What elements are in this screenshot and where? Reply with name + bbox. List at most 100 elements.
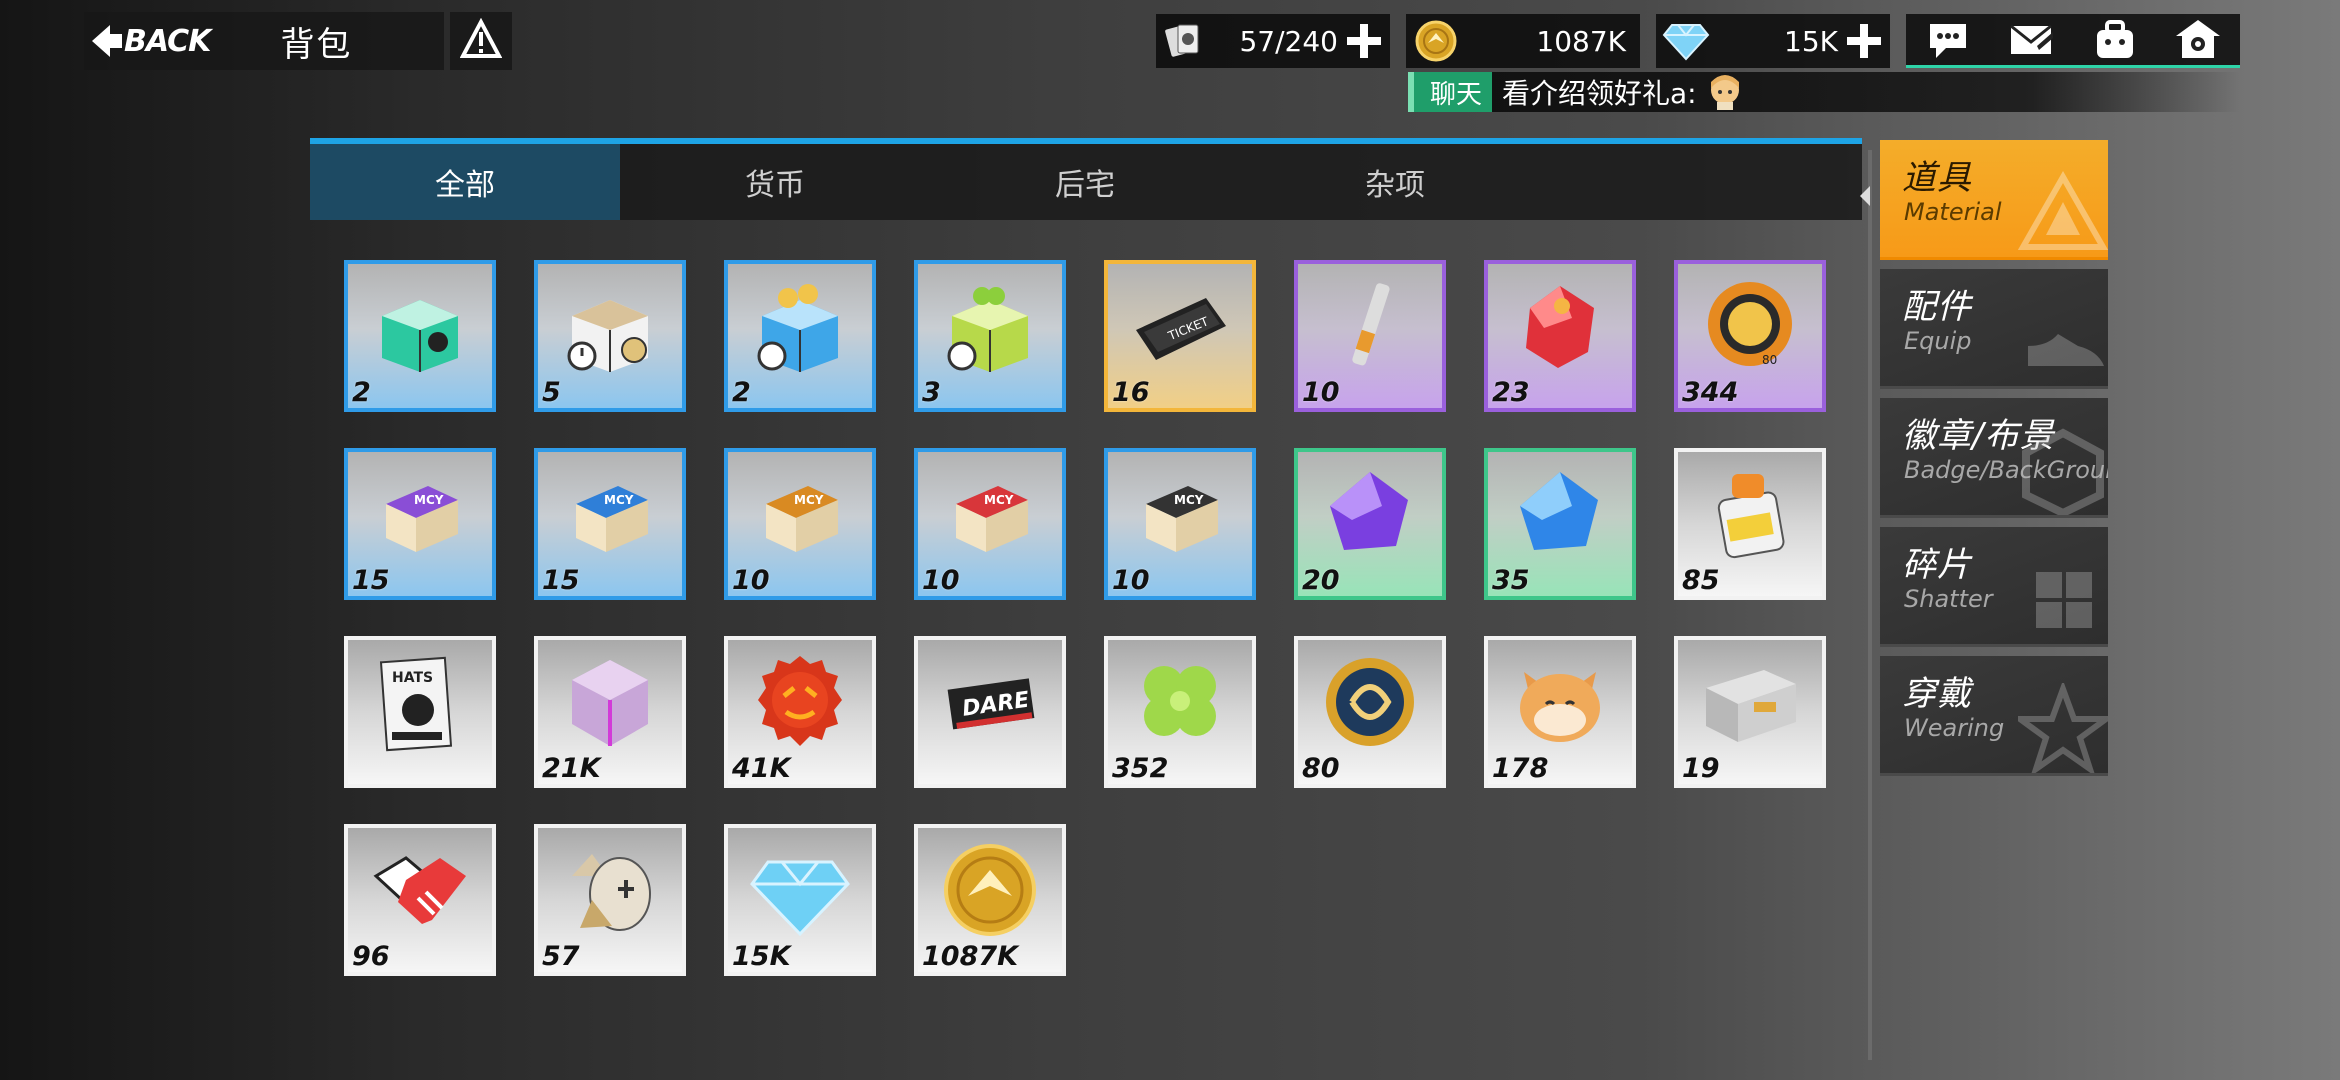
inventory-item[interactable]: 85 [1674, 448, 1826, 600]
coin-chest-icon [742, 272, 858, 380]
cat-face-icon [1502, 648, 1618, 756]
red-eraser-icon: MCY [932, 460, 1048, 568]
back-arrow-icon [92, 23, 122, 59]
item-count: 16 [1112, 377, 1150, 408]
chat-ticker[interactable]: 聊天 看介绍领好礼a: [1408, 72, 2240, 112]
category-wearing[interactable]: 穿戴 Wearing [1880, 656, 2108, 776]
item-count: 10 [732, 565, 770, 596]
inventory-item[interactable]: DARE [914, 636, 1066, 788]
svg-text:80: 80 [1762, 353, 1777, 367]
inventory-item[interactable]: 2 [344, 260, 496, 412]
tab-dorm[interactable]: 后宅 [930, 144, 1240, 220]
item-count: 96 [352, 941, 390, 972]
home-button[interactable] [2172, 16, 2224, 64]
inventory-item[interactable]: 3 [914, 260, 1066, 412]
cube-fragment-icon [552, 648, 668, 756]
tab-currency[interactable]: 货币 [620, 144, 930, 220]
bag-button[interactable] [2089, 16, 2141, 64]
header-bar: BACK 背包 [84, 12, 444, 70]
purple-gem-icon [1312, 460, 1428, 568]
inventory-item[interactable]: MCY 10 [724, 448, 876, 600]
capacity-value: 57/240 [1239, 24, 1338, 58]
item-count: 35 [1492, 565, 1530, 596]
diamond-value: 15K [1784, 24, 1838, 58]
page-title: 背包 [280, 24, 353, 65]
inventory-item[interactable]: 19 [1674, 636, 1826, 788]
item-count: 19 [1682, 753, 1720, 784]
inventory-item[interactable]: TICKET 16 [1104, 260, 1256, 412]
category-sidebar: 道具 Material 配件 Equip 徽章/布景 Badge/BackGro… [1880, 140, 2108, 785]
inventory-item[interactable]: 15K [724, 824, 876, 976]
mail-button[interactable] [2005, 16, 2057, 64]
inventory-item[interactable]: 20 [1294, 448, 1446, 600]
info-button[interactable] [450, 12, 512, 70]
info-icon [459, 17, 503, 64]
inventory-item[interactable]: HATS [344, 636, 496, 788]
capacity-counter: 57/240 [1156, 14, 1390, 68]
inventory-item[interactable]: 80 344 [1674, 260, 1826, 412]
svg-text:MCY: MCY [414, 493, 444, 507]
inventory-item[interactable]: MCY 15 [534, 448, 686, 600]
blue-eraser-icon: MCY [552, 460, 668, 568]
category-badge-background[interactable]: 徽章/布景 Badge/BackGround [1880, 398, 2108, 518]
inventory-item[interactable]: 57 [534, 824, 686, 976]
item-count: 15 [542, 565, 580, 596]
hats-magazine-icon: HATS [362, 648, 478, 756]
gold-coin-icon [932, 836, 1048, 944]
chat-bubble-button[interactable] [1922, 16, 1974, 64]
sneaker-deco-icon [2028, 334, 2104, 366]
tab-all[interactable]: 全部 [310, 144, 620, 220]
category-label-en: Equip [1904, 327, 1972, 355]
category-label-cn: 道具 [1902, 158, 1972, 198]
inventory-item[interactable]: 35 [1484, 448, 1636, 600]
bottle-cap-icon [742, 648, 858, 756]
inventory-item[interactable]: 21K [534, 636, 686, 788]
back-button[interactable]: BACK [84, 12, 211, 70]
inventory-item[interactable]: 41K [724, 636, 876, 788]
diamond-counter: 15K [1656, 14, 1890, 68]
puzzle-deco-icon [2036, 572, 2092, 628]
category-shatter[interactable]: 碎片 Shatter [1880, 527, 2108, 647]
inventory-item[interactable]: 178 [1484, 636, 1636, 788]
paint-jar-icon [1692, 460, 1808, 568]
supply-crate-icon [1692, 648, 1808, 756]
timed-gift-box-icon [552, 272, 668, 380]
inventory-item[interactable]: 352 [1104, 636, 1256, 788]
inventory-item[interactable]: MCY 15 [344, 448, 496, 600]
svg-text:MCY: MCY [984, 493, 1014, 507]
item-count: 2 [732, 377, 751, 408]
item-count: 15K [732, 941, 791, 972]
category-material[interactable]: 道具 Material [1880, 140, 2108, 260]
svg-text:MCY: MCY [794, 493, 824, 507]
item-count: 21K [542, 753, 601, 784]
category-label-en: Material [1904, 198, 2002, 226]
inventory-item[interactable]: MCY 10 [914, 448, 1066, 600]
inventory-item[interactable]: 23 [1484, 260, 1636, 412]
item-count: 1087K [922, 941, 1019, 972]
inventory-item[interactable]: 2 [724, 260, 876, 412]
chat-message: 看介绍领好礼a: [1502, 77, 1697, 110]
item-count: 10 [1302, 377, 1340, 408]
purple-eraser-icon: MCY [362, 460, 478, 568]
mask-token-icon [552, 836, 668, 944]
inventory-item[interactable]: 96 [344, 824, 496, 976]
red-crystal-icon [1502, 272, 1618, 380]
active-caret-icon [1860, 186, 1870, 206]
inventory-item[interactable]: 80 [1294, 636, 1446, 788]
item-count: 41K [732, 753, 791, 784]
black-eraser-icon: MCY [1122, 460, 1238, 568]
inventory-item[interactable]: 1087K [914, 824, 1066, 976]
diamond-icon [1662, 17, 1710, 65]
diamond-plus-icon[interactable] [1844, 21, 1884, 61]
inventory-item[interactable]: MCY 10 [1104, 448, 1256, 600]
tab-misc[interactable]: 杂项 [1240, 144, 1550, 220]
inventory-item[interactable]: 5 [534, 260, 686, 412]
diamond-icon [742, 836, 858, 944]
inventory-item[interactable]: 10 [1294, 260, 1446, 412]
medal-coin-icon [1312, 648, 1428, 756]
item-count: 5 [542, 377, 561, 408]
star-deco-icon [2018, 683, 2108, 773]
category-equip[interactable]: 配件 Equip [1880, 269, 2108, 389]
capacity-plus-icon[interactable] [1344, 21, 1384, 61]
hexagon-deco-icon [2022, 428, 2104, 515]
